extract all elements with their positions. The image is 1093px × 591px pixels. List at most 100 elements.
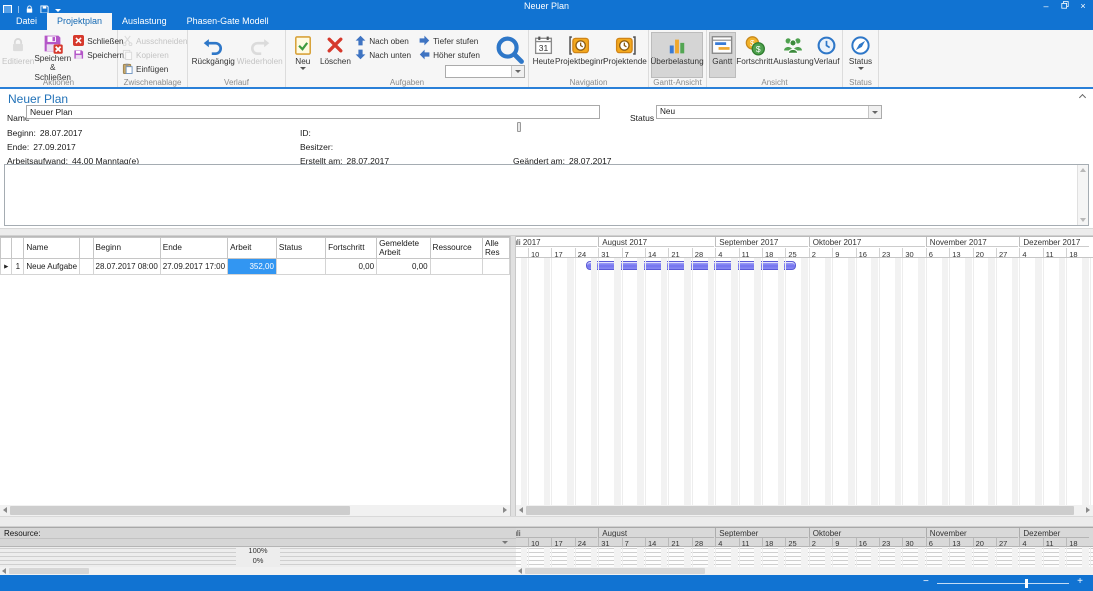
hoeher-stufen-button[interactable]: Höher stufen bbox=[417, 49, 480, 61]
grid-cell[interactable]: 352,00 bbox=[228, 259, 277, 275]
grid-column-header[interactable]: Alle Res bbox=[483, 238, 510, 259]
timeline-week-cell: 18 bbox=[762, 538, 784, 547]
loeschen-button[interactable]: Löschen bbox=[318, 32, 354, 78]
window-restore-button[interactable] bbox=[1056, 0, 1074, 13]
weekend-stripe bbox=[988, 547, 995, 567]
grid-column-header[interactable]: Beginn bbox=[93, 238, 160, 259]
einfuegen-button[interactable]: Einfügen bbox=[120, 63, 187, 75]
status-combobox[interactable]: Neu bbox=[656, 105, 882, 119]
ueberbelastung-button[interactable]: Überbelastung bbox=[651, 32, 703, 78]
timeline-week-cell: 27 bbox=[996, 248, 1018, 258]
fortschritt-button[interactable]: $$ Fortschritt bbox=[736, 32, 774, 78]
grid-cell[interactable]: 1 bbox=[12, 259, 24, 275]
weekend-stripe bbox=[1059, 547, 1066, 567]
grid-cell[interactable]: 27.09.2017 17:00 bbox=[160, 259, 227, 275]
projektbeginn-button[interactable]: Projektbeginn bbox=[556, 32, 604, 78]
collapse-panel-chevron-icon[interactable] bbox=[1079, 93, 1087, 101]
weekend-stripe bbox=[521, 258, 528, 505]
grid-cell[interactable]: 28.07.2017 08:00 bbox=[93, 259, 160, 275]
window-close-button[interactable]: × bbox=[1074, 0, 1092, 13]
plan-detail-panel: Neuer Plan Name Status Neu Beginn:28.07.… bbox=[0, 89, 1093, 228]
resource-hscrollbar-left[interactable] bbox=[0, 567, 510, 575]
grid-column-header[interactable] bbox=[12, 238, 24, 259]
group-label-aufgaben: Aufgaben bbox=[286, 78, 528, 87]
resource-dropdown-icon[interactable] bbox=[502, 541, 508, 544]
timeline-week-cell: 7 bbox=[622, 248, 644, 258]
week-column bbox=[622, 547, 644, 567]
week-column bbox=[973, 547, 995, 567]
grid-column-header[interactable] bbox=[1, 238, 12, 259]
zoom-slider-thumb[interactable] bbox=[1025, 579, 1028, 588]
weekend-stripe bbox=[544, 547, 551, 567]
zoom-in-button[interactable]: + bbox=[1077, 576, 1083, 587]
rueckgaengig-button[interactable]: Rückgängig bbox=[190, 32, 237, 78]
weekend-stripe bbox=[965, 547, 972, 567]
grid-hscroll-thumb[interactable] bbox=[10, 506, 350, 515]
ribbon-group-status: Status Status bbox=[843, 30, 879, 87]
speichern-button[interactable]: Speichern bbox=[71, 49, 124, 61]
wiederholen-button[interactable]: Wiederholen bbox=[237, 32, 284, 78]
tiefer-stufen-button[interactable]: Tiefer stufen bbox=[417, 35, 480, 47]
tab-auslastung[interactable]: Auslastung bbox=[112, 13, 177, 30]
week-column bbox=[949, 258, 971, 505]
grid-cell[interactable]: 0,00 bbox=[326, 259, 377, 275]
horizontal-splitter-top[interactable] bbox=[0, 228, 1093, 236]
kopieren-button[interactable]: Kopieren bbox=[120, 49, 187, 61]
grid-column-header[interactable]: Gemeldete Arbeit bbox=[377, 238, 430, 259]
compass-icon bbox=[850, 33, 871, 57]
weekend-stripe bbox=[731, 547, 738, 567]
gantt-button[interactable]: Gantt bbox=[709, 32, 736, 78]
resource-hscroll-thumb[interactable] bbox=[525, 568, 705, 574]
grid-column-header[interactable] bbox=[80, 238, 93, 259]
timeline-week-cell: 23 bbox=[879, 248, 901, 258]
zoom-slider-track[interactable] bbox=[937, 583, 1069, 584]
dropdown-caret-icon bbox=[300, 67, 306, 70]
horizontal-splitter-bottom[interactable] bbox=[0, 516, 1093, 527]
grid-column-header[interactable]: Name bbox=[24, 238, 80, 259]
speichern-und-schliessen-button[interactable]: Speichern & Schließen bbox=[34, 32, 71, 78]
ausschneiden-button[interactable]: Ausschneiden bbox=[120, 35, 187, 47]
description-scrollbar[interactable] bbox=[1077, 165, 1088, 225]
verlauf-button[interactable]: Verlauf bbox=[813, 32, 840, 78]
auslastung-button[interactable]: Auslastung bbox=[773, 32, 813, 78]
grid-column-header[interactable]: Arbeit bbox=[228, 238, 277, 259]
weekend-stripe bbox=[1082, 258, 1089, 505]
grid-column-header[interactable]: Fortschritt bbox=[326, 238, 377, 259]
zoom-out-button[interactable]: − bbox=[923, 576, 929, 587]
button-label: Wiederholen bbox=[237, 57, 283, 66]
nach-oben-button[interactable]: Nach oben bbox=[353, 35, 411, 47]
grid-cell[interactable] bbox=[276, 259, 325, 275]
window-minimize-button[interactable]: – bbox=[1037, 0, 1055, 13]
name-input[interactable] bbox=[26, 105, 600, 119]
gantt-hscrollbar[interactable] bbox=[516, 505, 1093, 516]
grid-column-header[interactable]: Ende bbox=[160, 238, 227, 259]
status-button[interactable]: Status bbox=[845, 32, 876, 78]
tab-projektplan[interactable]: Projektplan bbox=[47, 13, 112, 30]
resource-hscroll-thumb[interactable] bbox=[9, 568, 89, 574]
nach-unten-button[interactable]: Nach unten bbox=[353, 49, 411, 61]
description-textarea[interactable] bbox=[4, 164, 1089, 226]
lock-icon bbox=[9, 33, 27, 57]
group-label-verlauf: Verlauf bbox=[188, 78, 285, 87]
combobox-dropdown-button[interactable] bbox=[868, 106, 881, 118]
resource-hscrollbar-right[interactable] bbox=[510, 567, 1093, 575]
grid-cell[interactable]: 0,00 bbox=[377, 259, 430, 275]
neu-button[interactable]: Neu bbox=[288, 32, 318, 78]
grid-cell[interactable] bbox=[483, 259, 510, 275]
grid-cell[interactable] bbox=[430, 259, 482, 275]
task-filter-combobox[interactable] bbox=[445, 65, 525, 78]
grid-cell[interactable]: Neue Aufgabe bbox=[24, 259, 80, 275]
projektende-button[interactable]: Projektende bbox=[604, 32, 646, 78]
grid-cell[interactable] bbox=[80, 259, 93, 275]
gantt-hscroll-thumb[interactable] bbox=[526, 506, 1074, 515]
editieren-button[interactable]: Editieren bbox=[2, 32, 34, 78]
heute-button[interactable]: 31 Heute bbox=[531, 32, 556, 78]
tab-phasen-gate-modell[interactable]: Phasen-Gate Modell bbox=[177, 13, 279, 30]
tab-datei[interactable]: Datei bbox=[6, 13, 47, 30]
grid-column-header[interactable]: Status bbox=[276, 238, 325, 259]
schliessen-button[interactable]: Schließen bbox=[71, 35, 124, 47]
combobox-dropdown-button[interactable] bbox=[511, 66, 524, 77]
grid-hscrollbar[interactable] bbox=[0, 505, 510, 516]
grid-column-header[interactable]: Ressource bbox=[430, 238, 482, 259]
scroll-up-icon bbox=[1080, 168, 1086, 172]
